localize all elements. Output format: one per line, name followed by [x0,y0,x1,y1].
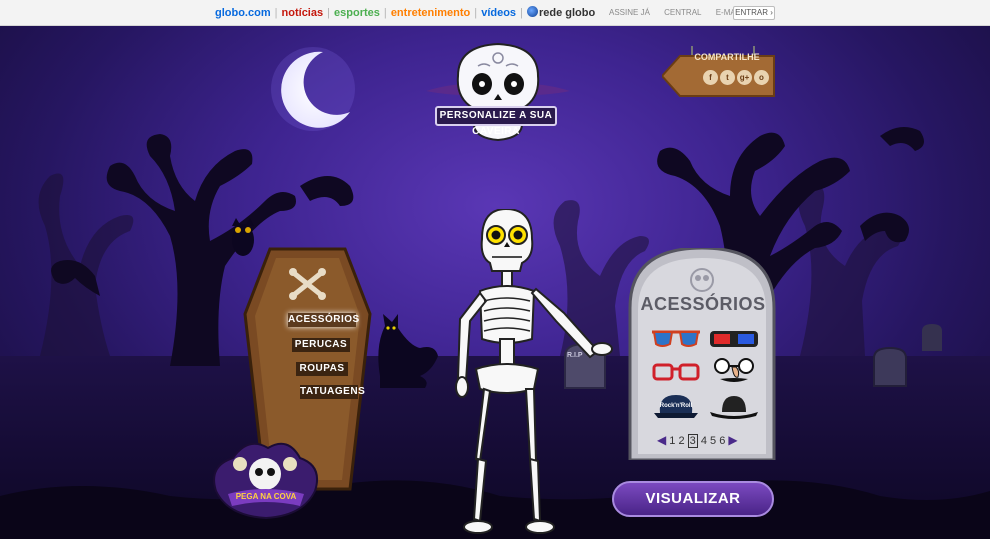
twitter-icon[interactable]: t [720,70,735,85]
black-hat-item[interactable] [708,392,760,420]
menu-item-perucas[interactable]: PERUCAS [292,338,350,352]
link-esportes[interactable]: esportes [334,7,380,19]
prev-arrow-icon[interactable]: ◀ [657,433,666,447]
accessories-tombstone [628,248,776,460]
page-2[interactable]: 2 [678,435,684,447]
google-plus-icon[interactable]: g+ [737,70,752,85]
rock-cap-item[interactable]: Rock'n'Roll [650,391,702,419]
sunglasses-item[interactable] [650,326,702,354]
accessories-pager: ◀ 1 2 3 4 5 6 ▶ [657,433,738,448]
link-assine[interactable]: ASSINE JÁ [609,8,650,17]
link-noticias[interactable]: notícias [282,7,324,19]
share-label: COMPARTILHE [694,52,760,62]
facebook-icon[interactable]: f [703,70,718,85]
halloween-scene: R.I.P PERSONALIZE A SUA CAVEIRA COMPARTI… [0,26,990,539]
skeleton-figure [455,209,613,534]
entrar-button[interactable]: ENTRAR › [733,6,775,20]
orkut-icon[interactable]: o [754,70,769,85]
topbar-links: globo.com | notícias | esportes | entreteni… [215,6,596,19]
logo-skull-icon [426,42,570,142]
nose-glasses-item[interactable] [708,357,760,385]
menu-item-tatuagens[interactable]: TATUAGENS [300,385,365,399]
share-icons: f t g+ o [703,70,769,85]
page-4[interactable]: 4 [701,435,707,447]
menu-item-acessorios[interactable]: ACESSÓRIOS [288,313,359,327]
link-globo[interactable]: globo.com [215,7,271,19]
3d-glasses-item[interactable] [708,326,760,354]
page-6[interactable]: 6 [719,435,725,447]
link-videos[interactable]: vídeos [481,7,516,19]
link-entretenimento[interactable]: entretenimento [391,7,470,19]
red-glasses-item[interactable] [650,359,702,387]
page-5[interactable]: 5 [710,435,716,447]
page-3-current[interactable]: 3 [687,434,698,448]
svg-text:Rock'n'Roll: Rock'n'Roll [660,403,693,409]
next-arrow-icon[interactable]: ▶ [728,433,737,447]
globo-topbar: globo.com | notícias | esportes | entreteni… [0,0,990,26]
link-central[interactable]: CENTRAL [664,8,701,17]
page-1[interactable]: 1 [669,435,675,447]
visualizar-button[interactable]: VISUALIZAR [612,481,774,517]
moon-icon [271,47,355,131]
pega-na-cova-logo [213,442,319,520]
menu-item-roupas[interactable]: ROUPAS [296,362,348,376]
badge-text: PEGA NA COVA [235,492,297,501]
globe-icon [526,6,538,17]
accessories-title: ACESSÓRIOS [640,294,766,314]
logo-title: PERSONALIZE A SUA CAVEIRA [435,106,557,137]
link-rede-globo[interactable]: rede globo [539,7,595,19]
